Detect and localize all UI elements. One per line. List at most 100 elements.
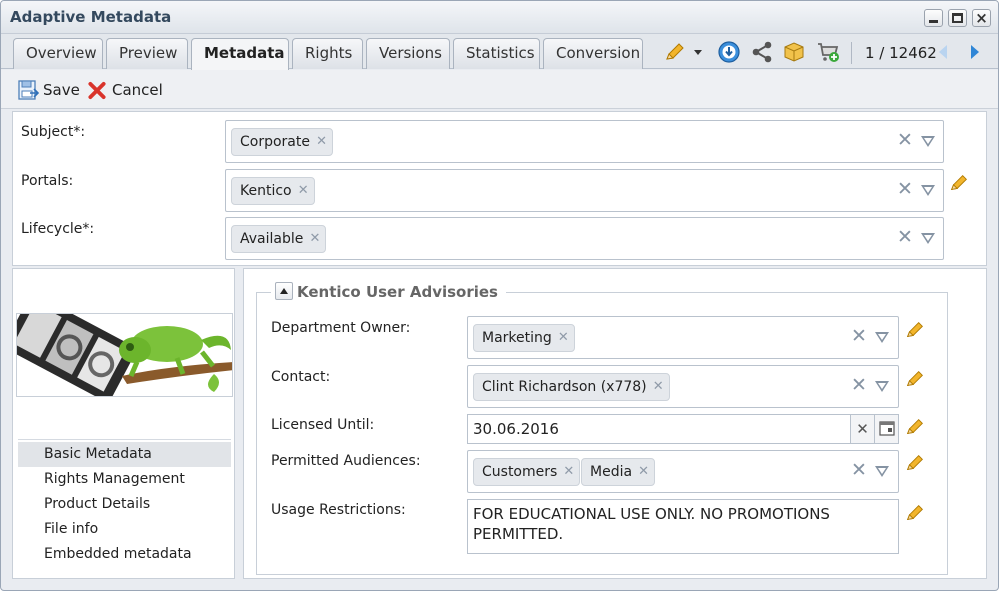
tab-statistics[interactable]: Statistics [453,38,540,69]
save-icon[interactable] [17,79,39,101]
permitted-audiences-label: Permitted Audiences: [271,453,421,469]
edit-pencil-icon[interactable] [904,452,926,474]
edit-pencil-icon[interactable] [948,172,970,194]
clear-icon[interactable]: ✕ [851,325,867,347]
subject-field[interactable]: Corporate ✕ ✕ [225,120,944,163]
section-nav: Basic Metadata Rights Management Product… [18,439,231,575]
save-button[interactable]: Save [43,81,80,99]
left-panel: Basic Metadata Rights Management Product… [12,268,235,579]
edit-pencil-icon[interactable] [904,368,926,390]
edit-pencil-icon[interactable] [904,319,926,341]
calendar-icon[interactable] [874,415,898,443]
remove-tag-icon[interactable]: ✕ [298,178,309,204]
right-panel: Kentico User Advisories Department Owner… [243,268,987,579]
nav-item-basic-metadata[interactable]: Basic Metadata [18,442,231,467]
nav-item-rights-management[interactable]: Rights Management [18,467,231,492]
usage-restrictions-label: Usage Restrictions: [271,502,406,518]
cancel-button[interactable]: Cancel [112,81,163,99]
lifecycle-field[interactable]: Available ✕ ✕ [225,217,944,260]
tag-chip: Corporate ✕ [231,128,333,156]
nav-item-product-details[interactable]: Product Details [18,492,231,517]
tag-chip: Clint Richardson (x778) ✕ [473,373,670,401]
tab-conversion[interactable]: Conversion [543,38,643,69]
dropdown-arrow-icon[interactable] [921,233,935,244]
chevron-down-icon[interactable] [691,40,705,64]
top-metadata-panel: Subject*: Corporate ✕ ✕ Portals: Kentico… [12,111,987,266]
tag-label: Kentico [240,183,292,199]
tab-metadata[interactable]: Metadata [191,38,289,70]
close-icon[interactable]: × [972,9,991,27]
edit-pencil-icon[interactable] [904,502,926,524]
nav-item-embedded-metadata[interactable]: Embedded metadata [18,542,231,567]
clear-icon[interactable]: ✕ [897,129,913,151]
dropdown-arrow-icon[interactable] [921,185,935,196]
tag-label: Media [590,464,633,480]
tab-versions[interactable]: Versions [366,38,450,69]
remove-tag-icon[interactable]: ✕ [309,226,320,252]
remove-tag-icon[interactable]: ✕ [558,325,569,351]
adaptive-metadata-window: Adaptive Metadata × Overview Preview Met… [0,0,999,591]
cancel-icon[interactable] [87,81,107,100]
contact-field[interactable]: Clint Richardson (x778) ✕ ✕ [467,365,899,408]
next-arrow-icon[interactable] [967,40,983,64]
lifecycle-label: Lifecycle*: [21,221,95,237]
edit-pencil-icon[interactable] [904,416,926,438]
clear-icon[interactable]: ✕ [897,226,913,248]
dropdown-arrow-icon[interactable] [921,136,935,147]
clear-date-icon[interactable]: ✕ [850,415,874,443]
action-toolbar: Save Cancel [1,70,998,109]
download-icon[interactable] [717,40,741,64]
pencil-icon[interactable] [663,40,687,64]
nav-item-file-info[interactable]: File info [18,517,231,542]
chameleon-image [17,314,232,396]
tag-label: Corporate [240,134,310,150]
tag-label: Available [240,231,304,247]
prev-arrow-icon[interactable] [935,40,951,64]
portals-label: Portals: [21,173,74,189]
remove-tag-icon[interactable]: ✕ [563,459,574,485]
tab-bar: Overview Preview Metadata Rights Version… [1,34,998,70]
tag-chip: Media ✕ [581,458,656,486]
remove-tag-icon[interactable]: ✕ [638,459,649,485]
window-title: Adaptive Metadata [10,8,172,26]
maximize-icon[interactable] [948,9,967,27]
clear-icon[interactable]: ✕ [851,374,867,396]
contact-label: Contact: [271,369,331,385]
package-icon[interactable] [782,40,806,64]
remove-tag-icon[interactable]: ✕ [653,374,664,400]
dropdown-arrow-icon[interactable] [875,466,889,477]
dropdown-arrow-icon[interactable] [875,381,889,392]
department-owner-field[interactable]: Marketing ✕ ✕ [467,316,899,359]
clear-icon[interactable]: ✕ [851,459,867,481]
tag-label: Marketing [482,330,552,346]
section-header: Kentico User Advisories [271,281,506,305]
advisories-fieldset: Kentico User Advisories Department Owner… [256,281,948,575]
remove-tag-icon[interactable]: ✕ [316,129,327,155]
asset-thumbnail[interactable] [16,313,233,397]
collapse-icon[interactable] [275,281,293,300]
licensed-until-label: Licensed Until: [271,417,375,433]
tag-chip: Available ✕ [231,225,327,253]
licensed-until-field[interactable]: 30.06.2016 ✕ [467,414,899,444]
section-title: Kentico User Advisories [297,283,498,301]
tab-overview[interactable]: Overview [13,38,103,69]
pager-text: 1 / 12462 [865,44,937,62]
toolbar-separator [851,42,852,64]
tab-preview[interactable]: Preview [106,38,188,69]
tag-label: Clint Richardson (x778) [482,379,647,395]
department-owner-label: Department Owner: [271,320,411,336]
usage-restrictions-textarea[interactable]: FOR EDUCATIONAL USE ONLY. NO PROMOTIONS … [467,499,899,554]
dropdown-arrow-icon[interactable] [875,332,889,343]
subject-label: Subject*: [21,124,86,140]
minimize-icon[interactable] [924,9,943,27]
tab-rights[interactable]: Rights [292,38,363,69]
tag-chip: Marketing ✕ [473,324,575,352]
share-icon[interactable] [750,40,774,64]
tag-chip: Customers ✕ [473,458,581,486]
permitted-audiences-field[interactable]: Customers ✕ Media ✕ ✕ [467,450,899,493]
tag-label: Customers [482,464,558,480]
cart-add-icon[interactable] [816,40,840,64]
clear-icon[interactable]: ✕ [897,178,913,200]
tag-chip: Kentico ✕ [231,177,315,205]
portals-field[interactable]: Kentico ✕ ✕ [225,169,944,212]
